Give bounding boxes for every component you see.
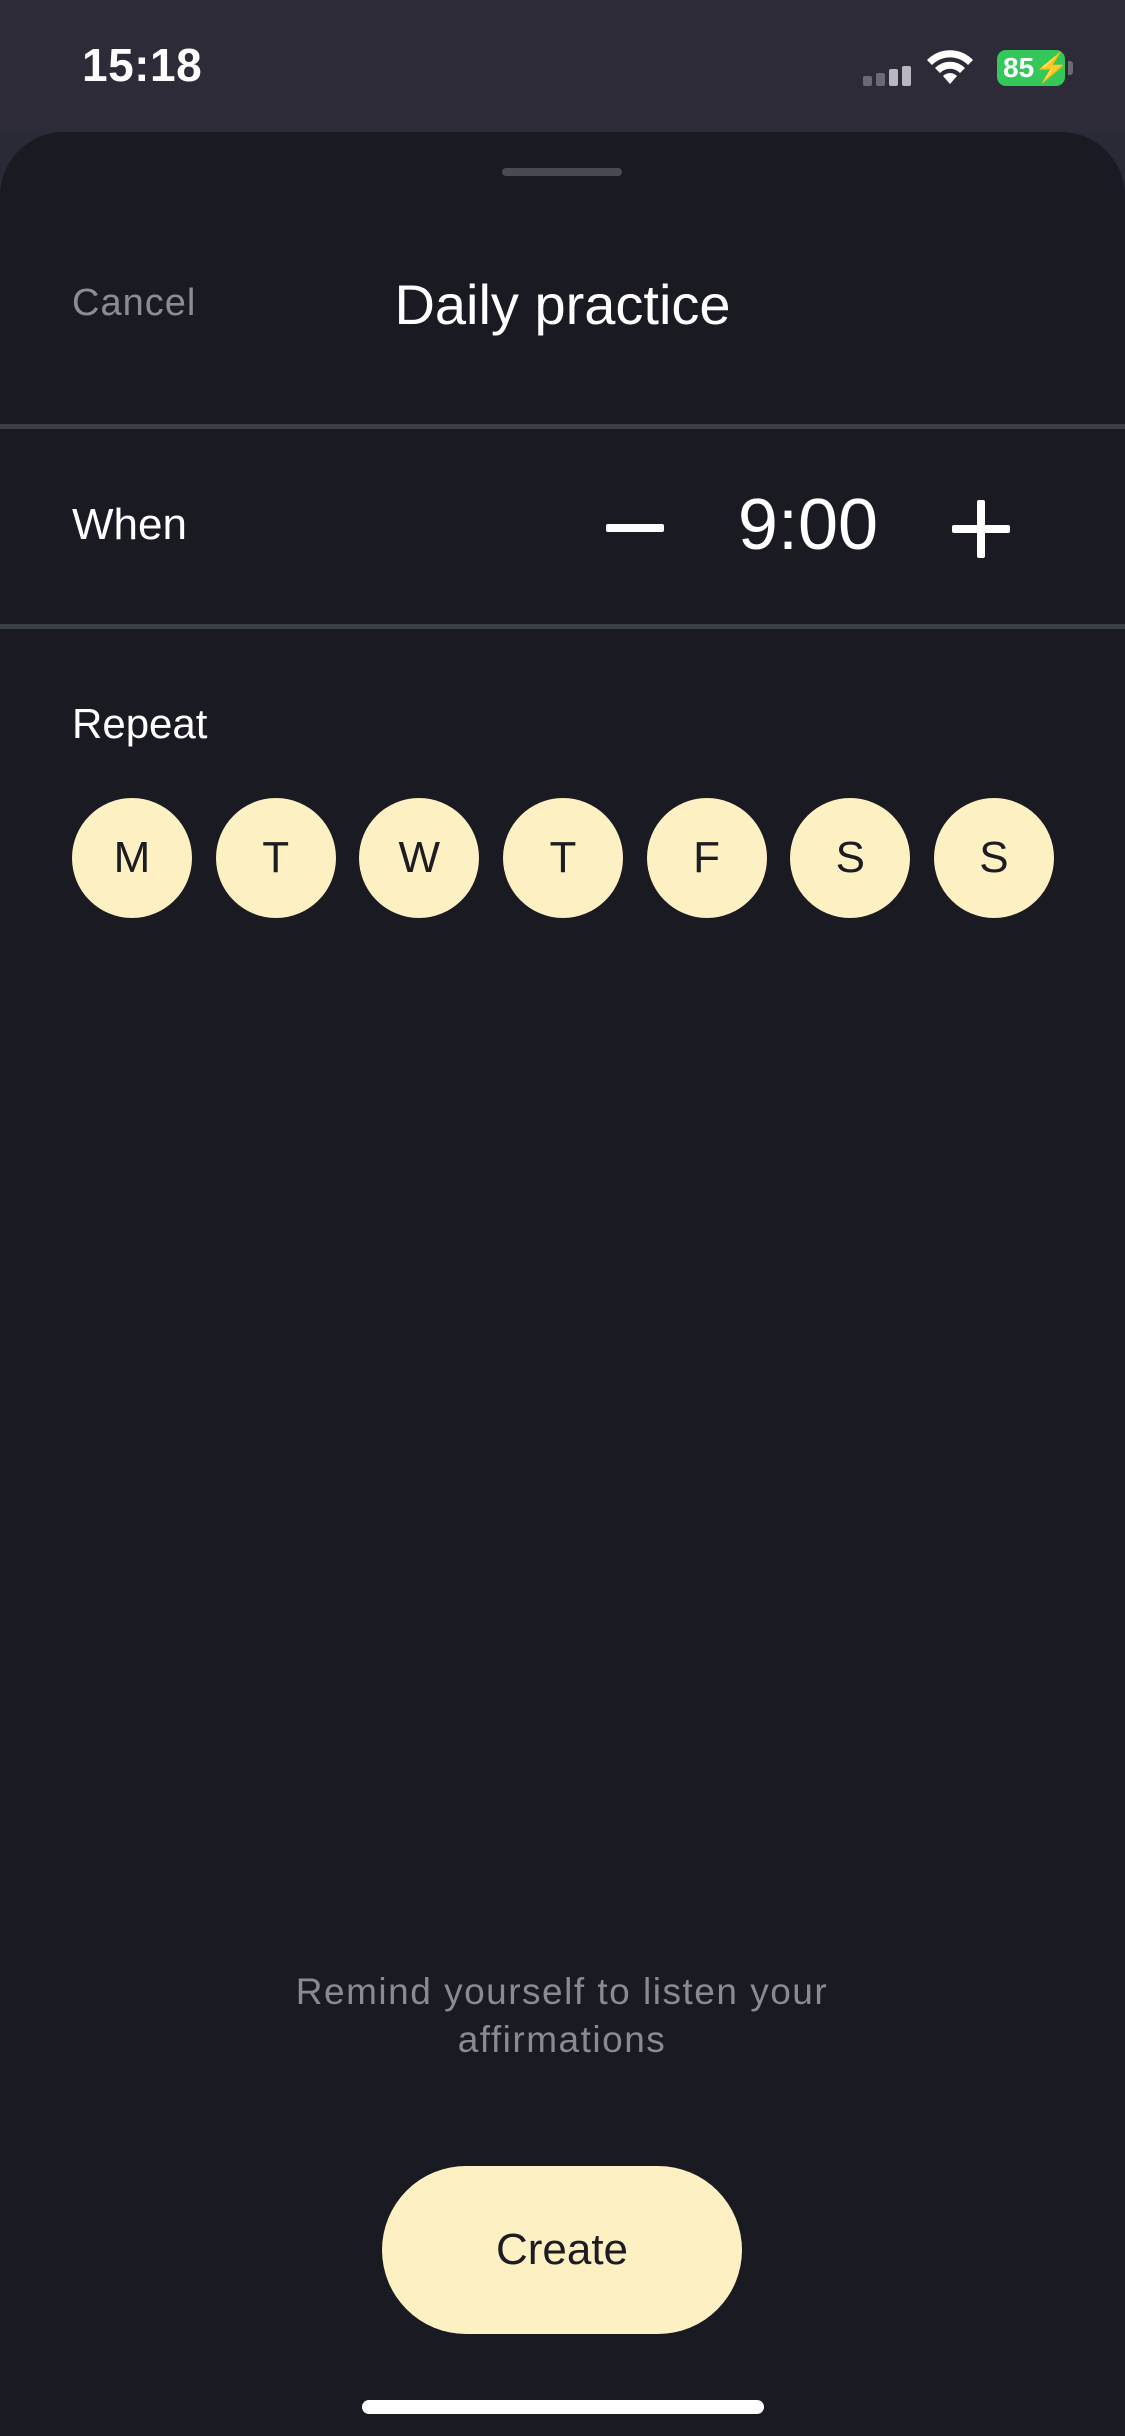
day-toggle-tuesday[interactable]: T <box>215 798 336 918</box>
home-indicator <box>362 2400 764 2414</box>
battery-level: 85⚡ <box>997 50 1069 86</box>
increment-time-button[interactable] <box>944 492 1018 566</box>
sheet-grabber[interactable] <box>502 168 622 176</box>
day-toggle-sunday[interactable]: S <box>933 798 1054 918</box>
day-toggle-wednesday[interactable]: W <box>359 798 480 918</box>
divider-top <box>0 424 1125 429</box>
minus-icon <box>606 524 664 532</box>
status-time: 15:18 <box>82 39 203 91</box>
wifi-icon <box>925 48 975 90</box>
status-bar: 15:18 85⚡ <box>0 0 1125 132</box>
reminder-hint: Remind yourself to listen your affirmati… <box>295 1971 829 2060</box>
time-value: 9:00 <box>737 485 879 565</box>
day-toggle-saturday[interactable]: S <box>790 798 911 918</box>
divider-bottom <box>0 624 1125 629</box>
battery-charging-icon: 85⚡ <box>997 48 1073 88</box>
day-toggle-monday[interactable]: M <box>72 798 192 918</box>
battery-cap <box>1068 61 1073 75</box>
repeat-label: Repeat <box>72 700 208 747</box>
day-toggle-thursday[interactable]: T <box>502 798 623 918</box>
decrement-time-button[interactable] <box>598 492 672 566</box>
day-toggle-friday[interactable]: F <box>646 798 767 918</box>
daily-practice-sheet: Cancel Daily practice When 9:00 Repeat M… <box>0 132 1125 2436</box>
signal-icon <box>863 66 915 90</box>
page-title: Daily practice <box>394 273 731 336</box>
repeat-days: M T W T F S S <box>72 798 1054 918</box>
create-button[interactable]: Create <box>382 2166 742 2334</box>
when-label: When <box>72 500 187 549</box>
